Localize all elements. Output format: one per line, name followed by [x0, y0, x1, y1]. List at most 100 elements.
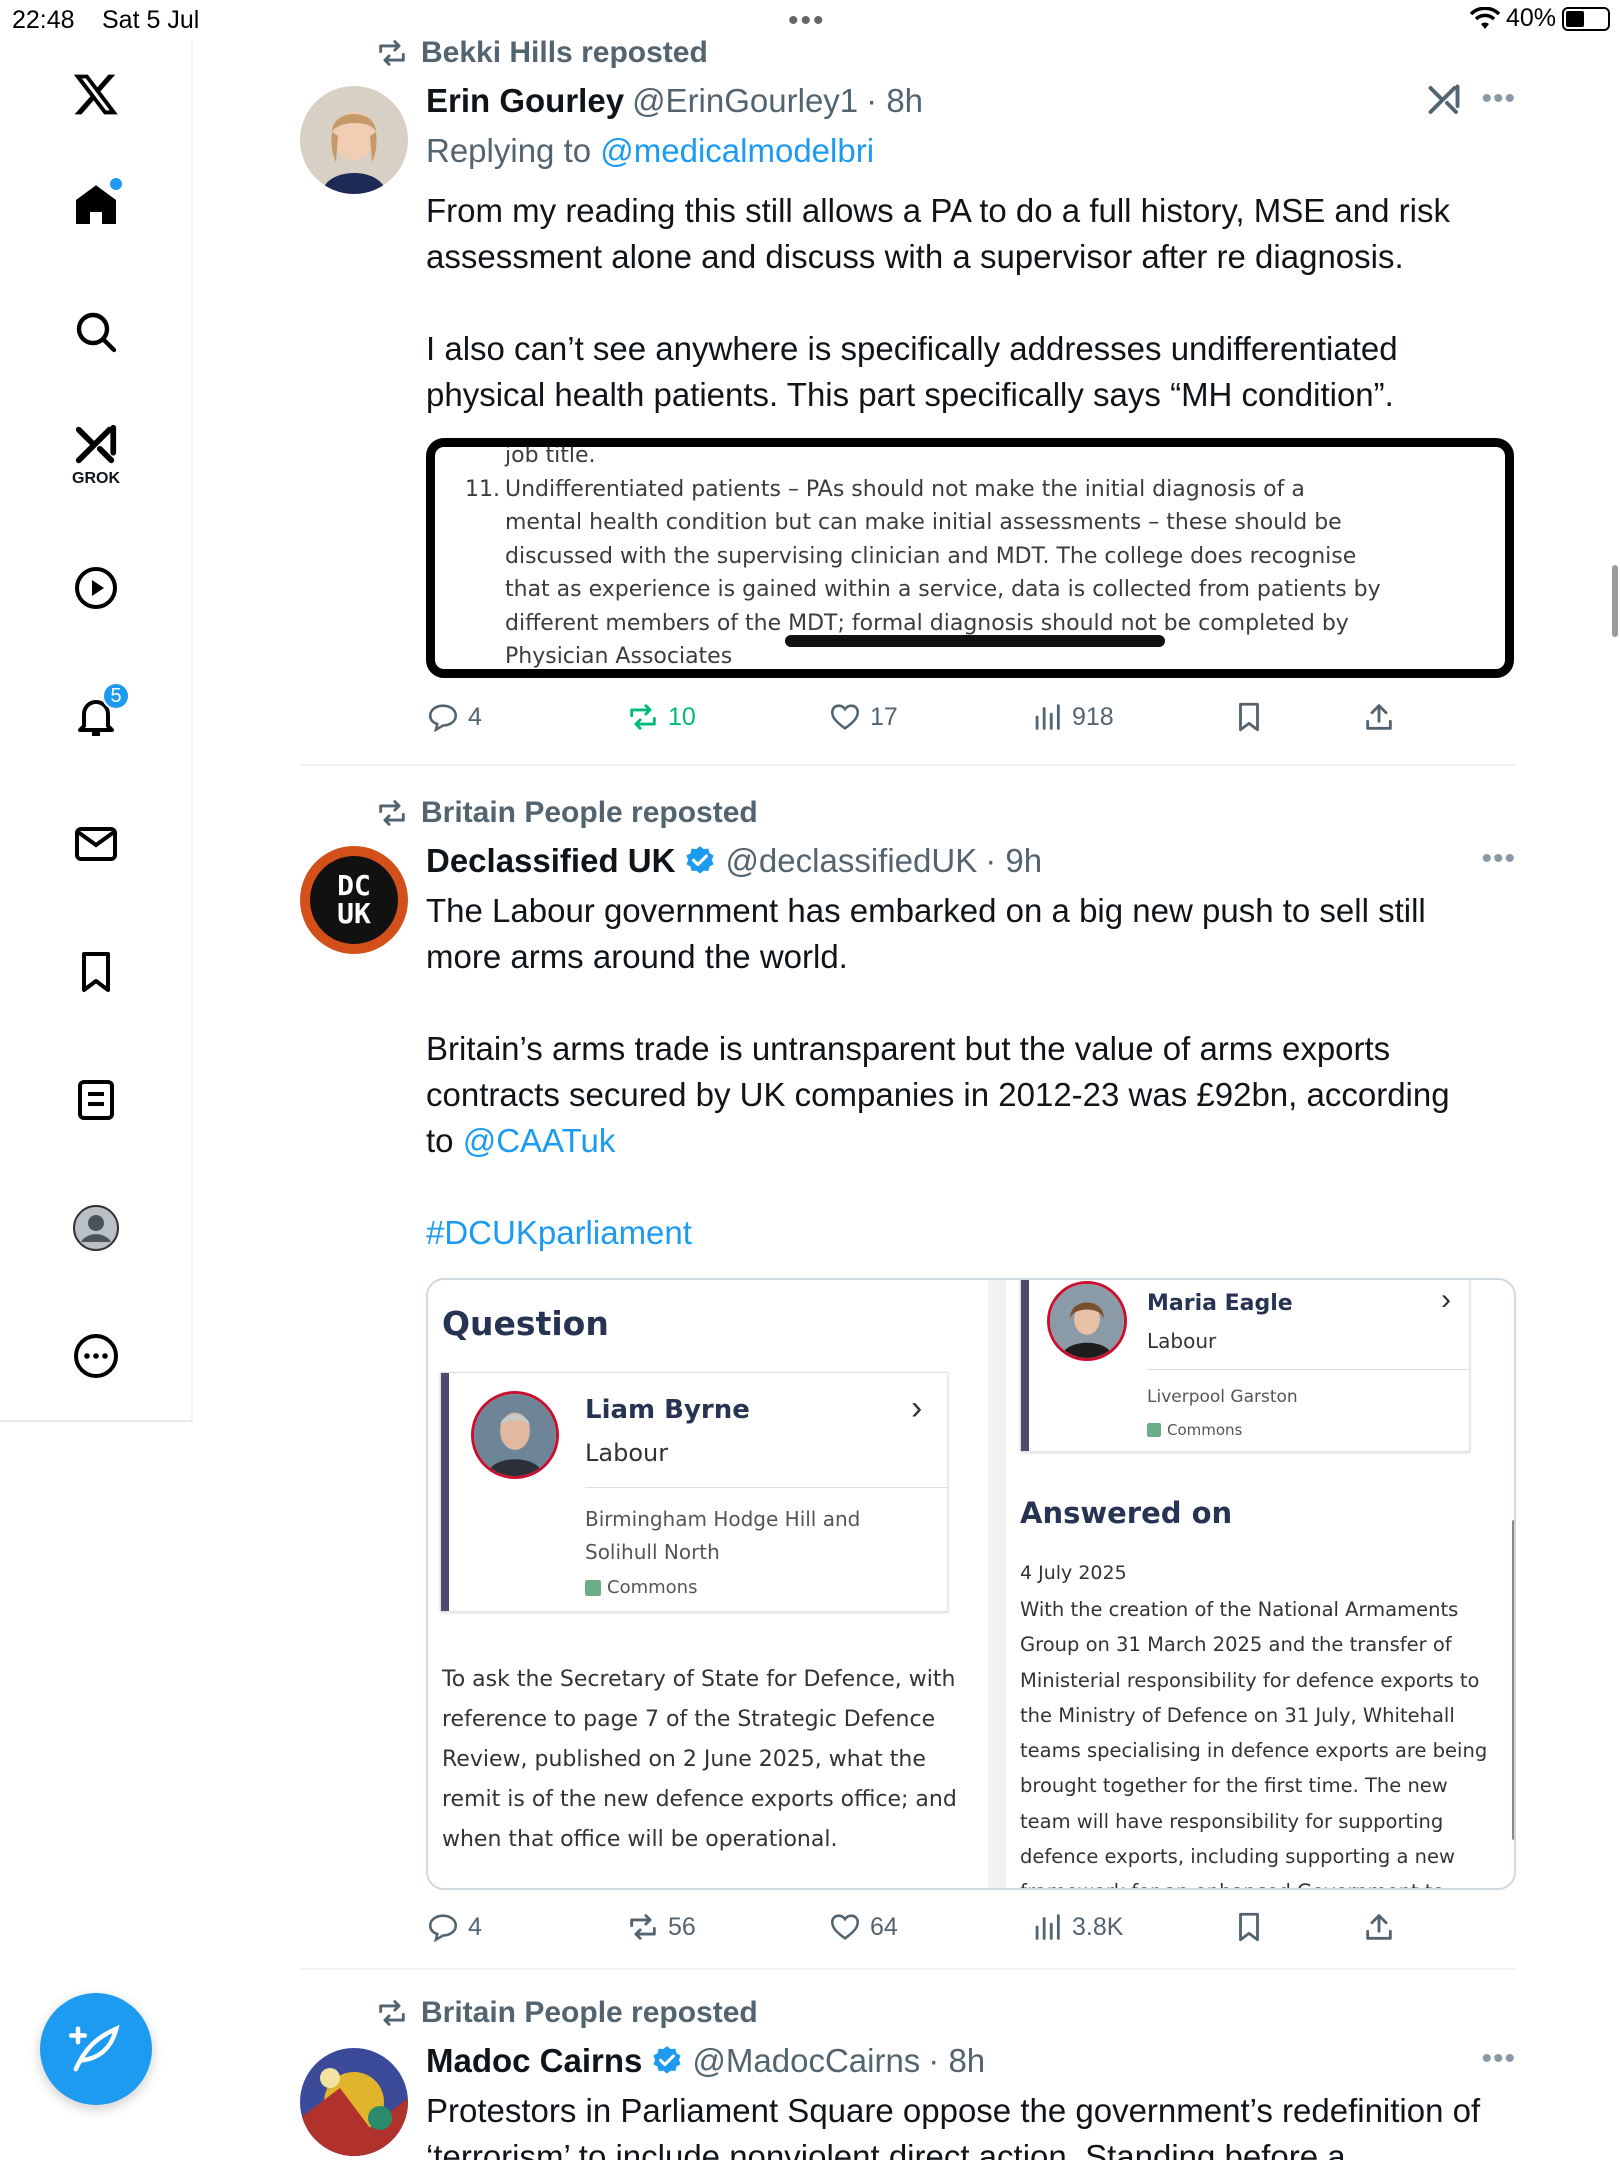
tweet-header: Madoc Cairns @MadocCairns · 8h [426, 2042, 985, 2080]
image-scroll-indicator [785, 635, 1165, 647]
verified-badge-icon [653, 2046, 681, 2074]
tweet-header: Declassified UK @declassifiedUK · 9h [426, 842, 1042, 880]
multitask-dots[interactable]: ••• [788, 4, 826, 38]
repost-label[interactable]: Britain People reposted [421, 796, 758, 830]
like-button[interactable]: 17 [828, 700, 898, 734]
battery-icon [1562, 6, 1610, 31]
bookmarks-icon[interactable] [66, 942, 126, 1002]
house-label: Commons [607, 1577, 698, 1598]
tweet-text: The Labour government has embarked on a … [426, 888, 1486, 1302]
status-right: 40% [1469, 4, 1610, 33]
member-house: Commons [1147, 1421, 1242, 1439]
member-seat: Liverpool Garston [1147, 1387, 1298, 1407]
author-handle[interactable]: @declassifiedUK [725, 842, 977, 880]
reply-button[interactable]: 4 [426, 1910, 482, 1944]
like-button[interactable]: 64 [828, 1910, 898, 1944]
bookmark-button[interactable] [1232, 700, 1266, 734]
verified-badge-icon [686, 846, 715, 874]
home-icon[interactable] [66, 174, 126, 234]
repost-icon [379, 2000, 405, 2026]
doc-line: discussed with the supervising clinician… [505, 543, 1357, 569]
notifications-icon[interactable]: 5 [66, 682, 130, 746]
repost-context: Bekki Hills reposted [375, 36, 708, 70]
share-icon [1366, 1914, 1392, 1940]
member-party: Labour [585, 1439, 669, 1467]
question-title: Question [442, 1304, 609, 1343]
tweet-image[interactable]: job title. 11. Undifferentiated patients … [426, 438, 1514, 678]
bookmark-button[interactable] [1232, 1910, 1266, 1944]
grok-explain-icon[interactable] [1426, 82, 1462, 118]
answer-panel: Maria Eagle › Labour Liverpool Garston C… [1006, 1280, 1514, 1888]
tweet-time[interactable]: · 8h [928, 2042, 985, 2080]
author-name[interactable]: Erin Gourley [426, 82, 624, 120]
grok-label: GROK [72, 470, 120, 487]
reply-button[interactable]: 4 [426, 700, 482, 734]
search-icon[interactable] [66, 302, 126, 362]
author-name[interactable]: Madoc Cairns [426, 2042, 642, 2080]
repost-button[interactable]: 56 [626, 1910, 696, 1944]
tweet-image[interactable]: Question Liam Byrne › Labour Birmingham … [426, 1278, 1516, 1890]
answer-member-card: Maria Eagle › Labour Liverpool Garston C… [1020, 1280, 1470, 1452]
tweet-time[interactable]: · 9h [985, 842, 1042, 880]
compose-button[interactable] [40, 1993, 152, 2105]
member-photo [1047, 1281, 1127, 1361]
bookmark-icon [1239, 1912, 1259, 1942]
x-logo-icon[interactable] [66, 64, 126, 124]
member-name: Maria Eagle [1147, 1291, 1293, 1316]
tweet-more-icon[interactable]: ••• [1481, 82, 1516, 116]
battery-percent: 40% [1505, 4, 1556, 32]
member-house: Commons [585, 1577, 697, 1598]
repost-label[interactable]: Bekki Hills reposted [421, 36, 708, 70]
replying-to-handle[interactable]: @medicalmodelbri [600, 132, 874, 169]
video-icon[interactable] [66, 558, 126, 618]
repost-icon [379, 800, 405, 826]
avatar[interactable]: DC UK [300, 846, 408, 954]
tweet-paragraph: The Labour government has embarked on a … [426, 892, 1426, 975]
tweet-paragraph: I also can’t see anywhere is specificall… [426, 330, 1398, 413]
repost-icon [630, 704, 656, 730]
views-button[interactable]: 918 [1030, 700, 1114, 734]
mention-link[interactable]: @CAATuk [463, 1122, 616, 1159]
doc-line: Physician Associates [505, 644, 733, 669]
share-button[interactable] [1362, 700, 1396, 734]
share-icon [1366, 704, 1392, 730]
tweet-actions: 4 10 17 918 [426, 700, 1426, 740]
views-button[interactable]: 3.8K [1030, 1910, 1123, 1944]
like-count: 17 [870, 702, 898, 731]
lists-icon[interactable] [66, 1070, 126, 1130]
analytics-icon [1035, 1914, 1060, 1940]
author-handle[interactable]: @MadocCairns [692, 2042, 920, 2080]
status-date: Sat 5 Jul [102, 6, 200, 34]
member-party: Labour [1147, 1329, 1217, 1353]
tweet-more-icon[interactable]: ••• [1481, 2042, 1516, 2076]
share-button[interactable] [1362, 1910, 1396, 1944]
chevron-right-icon: › [911, 1389, 923, 1427]
reply-count: 4 [468, 702, 482, 731]
tweet-text: From my reading this still allows a PA t… [426, 188, 1486, 464]
profile-avatar[interactable] [66, 1198, 126, 1258]
avatar[interactable] [300, 2048, 408, 2156]
messages-icon[interactable] [66, 814, 126, 874]
doc-line: mental health condition but can make ini… [505, 510, 1342, 535]
reply-count: 4 [468, 1912, 482, 1941]
repost-label[interactable]: Britain People reposted [421, 1996, 758, 2030]
repost-count: 56 [668, 1912, 696, 1941]
hashtag-link[interactable]: #DCUKparliament [426, 1210, 1486, 1256]
more-options-icon[interactable] [66, 1326, 126, 1386]
page-scrollbar[interactable] [1612, 565, 1618, 637]
grok-icon[interactable]: GROK [66, 422, 126, 502]
tweet-more-icon[interactable]: ••• [1481, 842, 1516, 876]
repost-button[interactable]: 10 [626, 700, 696, 734]
tweet-actions: 4 56 64 3.8K [426, 1910, 1426, 1950]
tweet-divider [300, 1968, 1516, 1970]
author-name[interactable]: Declassified UK [426, 842, 675, 880]
tweet-divider [300, 764, 1516, 766]
author-handle[interactable]: @ErinGourley1 [632, 82, 858, 120]
doc-line: job title. [505, 443, 596, 468]
chevron-right-icon: › [1441, 1283, 1451, 1316]
bookmark-icon [1239, 702, 1259, 732]
tweet-time[interactable]: · 8h [866, 82, 923, 120]
avatar[interactable] [300, 86, 408, 194]
avatar-text: DC [337, 869, 371, 902]
answer-scrollbar[interactable] [1512, 1520, 1514, 1840]
